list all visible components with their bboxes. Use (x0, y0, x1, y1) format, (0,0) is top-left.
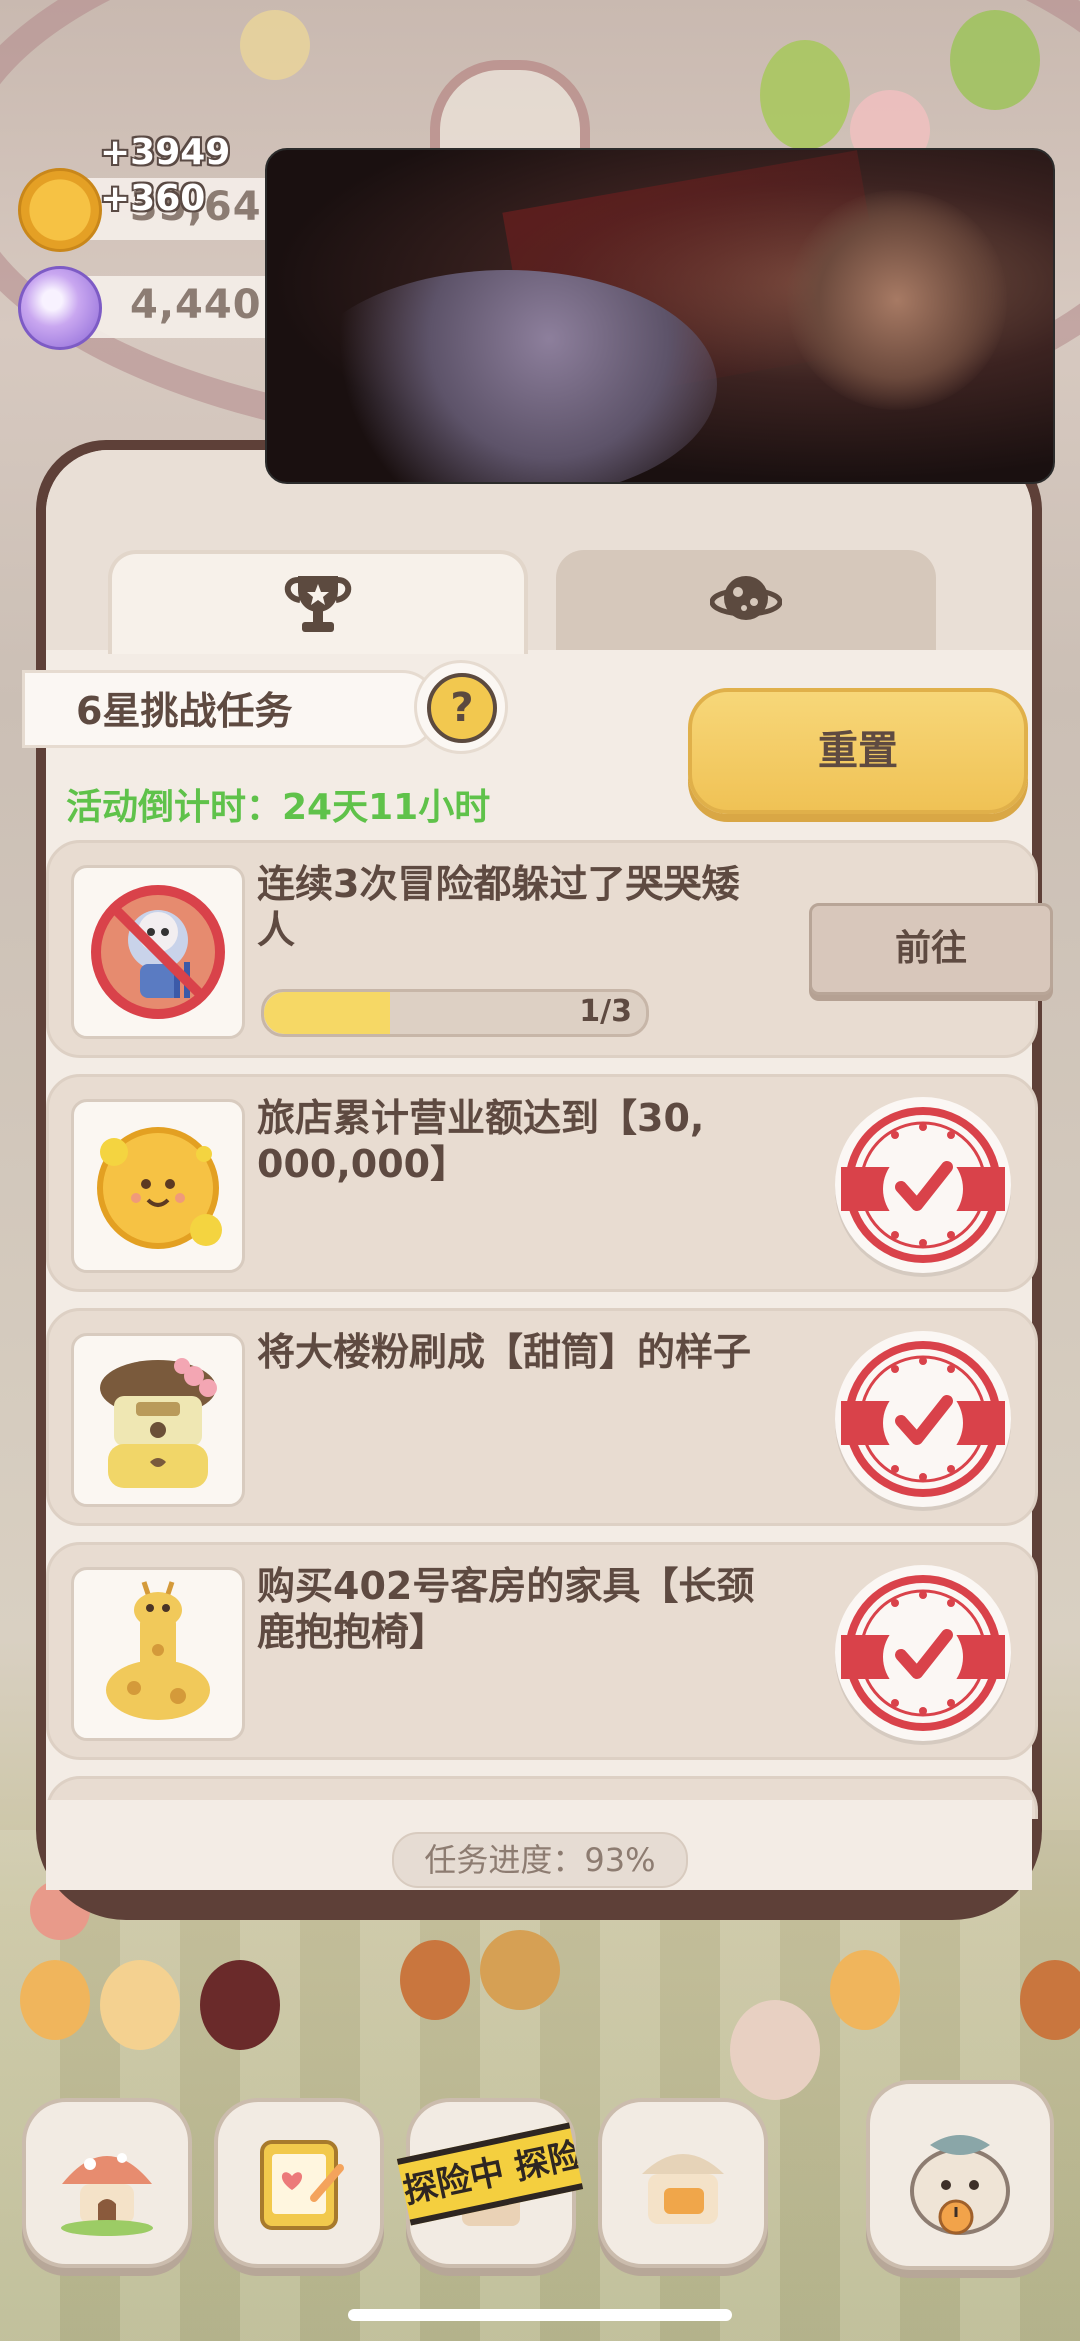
background-character (830, 1950, 900, 2030)
task-item: 旅店累计营业额达到【30,000,000】 (46, 1074, 1038, 1292)
video-ad-overlay[interactable] (265, 148, 1055, 484)
video-frame-face (787, 190, 1007, 410)
help-button[interactable]: ? (414, 660, 508, 754)
nav-shop-counter[interactable] (598, 2098, 768, 2268)
tab-trophy[interactable] (108, 550, 528, 654)
cone-hotel-icon (100, 1358, 217, 1488)
task-icon-box (71, 1567, 245, 1741)
home-indicator[interactable] (348, 2309, 732, 2321)
trophy-icon (284, 576, 352, 632)
checkmark-stamp-icon (841, 1575, 1005, 1731)
completed-stamp (835, 1565, 1011, 1741)
task-item: 将大楼粉刷成【甜筒】的样子 (46, 1308, 1038, 1526)
mushroom-house-icon (61, 2153, 153, 2236)
help-icon: ? (427, 673, 497, 743)
cookie-coin-icon (18, 168, 102, 252)
gem-counter[interactable]: 4,440 (18, 266, 276, 350)
background-balloon (760, 40, 850, 150)
background-character (100, 1960, 180, 2050)
task-icon-box (71, 865, 245, 1039)
giraffe-chair-icon (106, 1581, 210, 1720)
fish-pet-icon (910, 2135, 1010, 2235)
shop-counter-icon (642, 2154, 724, 2224)
task-progress-fill (264, 992, 391, 1034)
background-character (20, 1960, 90, 2040)
background-balloon (240, 10, 310, 80)
background-character (480, 1930, 560, 2010)
overall-progress: 任务进度：93% (392, 1832, 688, 1888)
completed-stamp (835, 1097, 1011, 1273)
purple-gem-icon (18, 266, 102, 350)
planet-icon (710, 576, 782, 620)
task-icon-box (71, 1099, 245, 1273)
task-description: 购买402号客房的家具【长颈鹿抱抱椅】 (257, 1564, 755, 1654)
background-balloon (950, 10, 1040, 110)
event-countdown: 活动倒计时：24天11小时 (66, 787, 491, 828)
completed-stamp (835, 1331, 1011, 1507)
coin-gain-float-top: +3949 (100, 132, 231, 173)
background-character (730, 2000, 820, 2100)
reset-button[interactable]: 重置 (688, 688, 1028, 814)
task-progress-text: 1/3 (579, 994, 632, 1029)
background-character (200, 1960, 280, 2050)
background-character (400, 1940, 470, 2020)
task-item: 连续3次冒险都躲过了哭哭矮人 1/3 前往 (46, 840, 1053, 1058)
task-description: 将大楼粉刷成【甜筒】的样子 (257, 1330, 752, 1374)
task-description: 连续3次冒险都躲过了哭哭矮人 (257, 862, 740, 952)
task-item: 购买402号客房的家具【长颈鹿抱抱椅】 (46, 1542, 1038, 1760)
checkmark-stamp-icon (841, 1341, 1005, 1497)
gem-value: 4,440 (130, 282, 262, 328)
nav-fish-pet[interactable] (866, 2080, 1054, 2270)
nav-mushroom-house[interactable] (22, 2098, 192, 2268)
notebook-icon (260, 2140, 344, 2230)
video-frame-figure (297, 270, 717, 482)
gold-cookie-icon (97, 1127, 222, 1249)
tab-planet[interactable] (556, 550, 936, 650)
task-description: 旅店累计营业额达到【30,000,000】 (257, 1096, 705, 1186)
no-crying-dwarf-icon (91, 885, 225, 1019)
task-icon-box (71, 1333, 245, 1507)
go-button[interactable]: 前往 (809, 903, 1053, 995)
task-progress-bar: 1/3 (261, 989, 649, 1037)
nav-notebook[interactable] (214, 2098, 384, 2268)
challenge-title: 6星挑战任务 (76, 689, 293, 733)
checkmark-stamp-icon (841, 1107, 1005, 1263)
coin-gain-float-bottom: +360 (100, 178, 206, 219)
